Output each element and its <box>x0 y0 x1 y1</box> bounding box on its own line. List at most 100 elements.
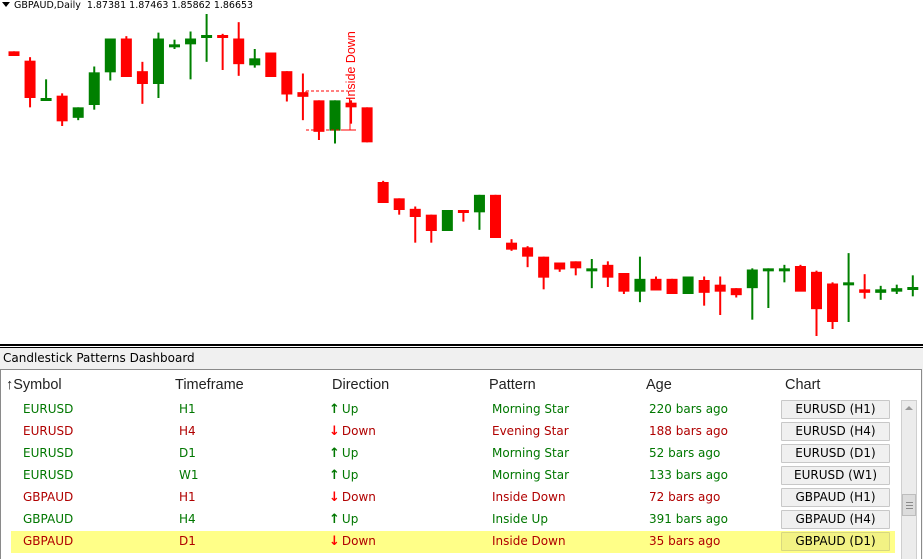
pattern-cell: Inside Down <box>492 490 566 504</box>
candle-bearish <box>490 194 501 238</box>
candle-bearish <box>377 182 389 203</box>
timeframe-cell: D1 <box>179 534 196 548</box>
table-row[interactable]: EURUSD H4 ↓ Down Evening Star 188 bars ago EUR… <box>11 421 895 443</box>
direction-cell: ↑ Up <box>329 468 358 483</box>
timeframe-cell: H4 <box>179 512 196 526</box>
candle-bearish <box>136 71 148 84</box>
pattern-cell: Inside Up <box>492 512 548 526</box>
arrow-down-icon: ↓ <box>329 490 340 505</box>
pattern-bracket <box>305 90 348 131</box>
dashboard-title: Candlestick Patterns Dashboard <box>3 351 195 365</box>
column-header-pattern[interactable]: Pattern <box>489 377 536 393</box>
candle-bearish <box>120 38 132 77</box>
candle-bearish <box>281 71 293 95</box>
open-chart-button[interactable]: GBPAUD (H4) <box>781 510 890 529</box>
candle-bearish <box>570 261 582 269</box>
arrow-up-icon: ↑ <box>329 512 340 527</box>
pattern-cell: Morning Star <box>492 446 570 460</box>
candle-bearish <box>409 208 421 217</box>
column-header-symbol[interactable]: ↑Symbol <box>6 377 62 393</box>
price-chart[interactable]: GBPAUD,Daily 1.87381 1.87463 1.85862 1.86… <box>0 0 923 345</box>
table-row[interactable]: GBPAUD H4 ↑ Up Inside Up 391 bars ago GBPAUD (… <box>11 509 895 531</box>
age-cell: 52 bars ago <box>649 446 721 460</box>
pattern-cell: Morning Star <box>492 468 570 482</box>
table-row[interactable]: EURUSD W1 ↑ Up Morning Star 133 bars ago EURUS… <box>11 465 895 487</box>
open-chart-button[interactable]: GBPAUD (H1) <box>781 488 890 507</box>
candle-bearish <box>425 214 437 231</box>
candle-bullish <box>72 107 84 118</box>
candle-bearish <box>538 256 550 278</box>
age-cell: 35 bars ago <box>649 534 721 548</box>
candle-bearish <box>56 95 68 122</box>
candle-bearish <box>522 247 534 257</box>
direction-cell: ↓ Down <box>329 490 376 505</box>
direction-label: Up <box>341 512 359 526</box>
arrow-down-icon: ↓ <box>329 534 340 549</box>
candle-bearish <box>457 210 469 213</box>
arrow-down-icon: ↓ <box>329 424 340 439</box>
age-cell: 220 bars ago <box>649 402 729 416</box>
candle-bearish <box>233 38 245 65</box>
candle-bearish <box>393 198 405 210</box>
symbol-cell: EURUSD <box>23 402 74 416</box>
direction-label: Down <box>341 424 376 438</box>
direction-label: Down <box>341 490 376 504</box>
candle-bearish <box>8 51 20 56</box>
candle-bullish <box>891 288 903 292</box>
candle-bullish <box>249 58 261 66</box>
arrow-up-icon: ↑ <box>329 446 340 461</box>
candle-bullish <box>762 268 774 272</box>
column-header-chart[interactable]: Chart <box>785 377 820 393</box>
candles-group <box>8 14 919 336</box>
candle-bearish <box>843 282 855 286</box>
candle-bearish <box>794 266 806 292</box>
direction-cell: ↑ Up <box>329 512 358 527</box>
patterns-table: ↑Symbol Timeframe Direction Pattern Age … <box>0 369 922 559</box>
vertical-scrollbar[interactable] <box>901 400 917 559</box>
symbol-cell: GBPAUD <box>23 512 74 526</box>
candle-bearish <box>602 264 614 278</box>
candle-bearish <box>827 283 839 322</box>
table-row[interactable]: EURUSD H1 ↑ Up Morning Star 220 bars ago EURUS… <box>11 399 895 421</box>
open-chart-button[interactable]: EURUSD (W1) <box>781 466 890 485</box>
candle-bearish <box>24 60 36 98</box>
open-chart-button[interactable]: EURUSD (H1) <box>781 400 890 419</box>
pattern-cell: Inside Down <box>492 534 566 548</box>
scroll-thumb[interactable] <box>902 494 916 516</box>
candle-bullish <box>185 38 197 45</box>
pattern-cell: Evening Star <box>492 424 569 438</box>
candle-bullish <box>104 38 116 73</box>
pattern-cell: Morning Star <box>492 402 570 416</box>
candle-bearish <box>361 107 373 143</box>
candle-bearish <box>554 262 566 270</box>
candlestick-series: ↓ Inside Down <box>8 14 919 336</box>
candle-bullish <box>746 269 758 289</box>
open-chart-button[interactable]: GBPAUD (D1) <box>781 532 890 551</box>
arrow-up-icon: ↑ <box>329 402 340 417</box>
candle-bullish <box>441 210 453 231</box>
direction-cell: ↑ Up <box>329 402 358 417</box>
candle-bullish <box>875 289 887 293</box>
age-cell: 391 bars ago <box>649 512 729 526</box>
candle-bearish <box>313 100 325 132</box>
open-chart-button[interactable]: EURUSD (D1) <box>781 444 890 463</box>
symbol-cell: EURUSD <box>23 424 74 438</box>
direction-label: Up <box>341 446 359 460</box>
scroll-up-arrow-icon[interactable] <box>902 401 916 415</box>
candle-bullish <box>201 35 213 38</box>
candle-bullish <box>88 72 100 105</box>
candle-bearish <box>40 98 52 101</box>
column-header-age[interactable]: Age <box>646 377 672 393</box>
table-row[interactable]: EURUSD D1 ↑ Up Morning Star 52 bars ago EURUSD… <box>11 443 895 465</box>
candle-bullish <box>329 100 341 131</box>
table-row[interactable]: GBPAUD H1 ↓ Down Inside Down 72 bars ago GBPAU… <box>11 487 895 509</box>
table-row[interactable]: GBPAUD D1 ↓ Down Inside Down 35 bars ago GBPAU… <box>11 531 895 553</box>
candle-bullish <box>682 276 694 294</box>
candle-bullish <box>907 287 919 290</box>
column-header-direction[interactable]: Direction <box>332 377 389 393</box>
column-header-timeframe[interactable]: Timeframe <box>175 377 244 393</box>
arrow-up-icon: ↑ <box>329 468 340 483</box>
candle-bearish <box>666 278 678 294</box>
candle-bearish <box>730 288 742 296</box>
open-chart-button[interactable]: EURUSD (H4) <box>781 422 890 441</box>
